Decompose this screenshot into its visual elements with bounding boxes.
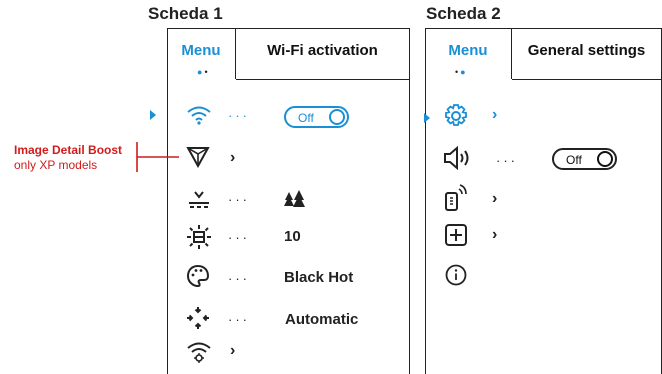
ellipsis: ··· [228,312,250,327]
remote-icon[interactable] [443,182,471,212]
callout-title: Image Detail Boost [14,143,123,157]
scene-icon[interactable] [186,189,212,209]
page-indicator: •● [455,67,468,77]
plus-box-icon[interactable] [445,224,467,246]
gear-icon[interactable] [443,103,469,129]
wifi-icon[interactable] [186,104,212,126]
chevron-right-icon[interactable]: › [492,106,497,124]
chevron-right-icon[interactable]: › [492,226,497,244]
sheet2-title: Scheda 2 [426,4,501,23]
info-icon[interactable] [445,264,467,286]
tab-general-settings[interactable]: General settings [512,29,661,79]
toggle-label: Off [566,153,582,167]
brightness-icon[interactable] [186,224,212,250]
sound-toggle[interactable]: Off [552,148,617,170]
sheet1-title: Scheda 1 [148,4,223,23]
tab-underline [236,79,409,80]
forest-icon [284,190,305,207]
ellipsis: ··· [228,271,250,286]
speaker-icon[interactable] [443,146,473,170]
page-indicator: ●• [197,67,210,77]
selection-marker [150,110,156,120]
ellipsis: ··· [496,153,518,168]
sheet1-tabbar: Menu Wi-Fi activation ●• [168,28,409,80]
filter-icon[interactable] [186,146,210,168]
callout-subtitle: only XP models [14,158,98,172]
calibration-value: Automatic [285,311,359,328]
palette-value: Black Hot [284,269,354,286]
selection-marker [424,113,430,123]
ellipsis: ··· [228,108,250,123]
tab-menu[interactable]: Menu [426,29,510,79]
brightness-value: 10 [284,228,301,245]
sheet2-tabbar: Menu General settings •● [426,28,661,80]
ellipsis: ··· [228,230,250,245]
chevron-right-icon[interactable]: › [230,149,235,167]
toggle-label: Off [298,111,314,125]
wifi-toggle[interactable]: Off [284,106,349,128]
tab-wifi-activation[interactable]: Wi-Fi activation [236,29,409,79]
chevron-right-icon[interactable]: › [492,190,497,208]
tab-underline [512,79,661,80]
ellipsis: ··· [228,192,250,207]
wifi-settings-icon[interactable] [186,340,212,364]
callout-bracket [136,142,179,172]
toggle-knob [597,151,613,167]
palette-icon[interactable] [186,264,210,288]
toggle-knob [329,109,345,125]
calibration-icon[interactable] [186,306,210,330]
chevron-right-icon[interactable]: › [230,342,235,360]
